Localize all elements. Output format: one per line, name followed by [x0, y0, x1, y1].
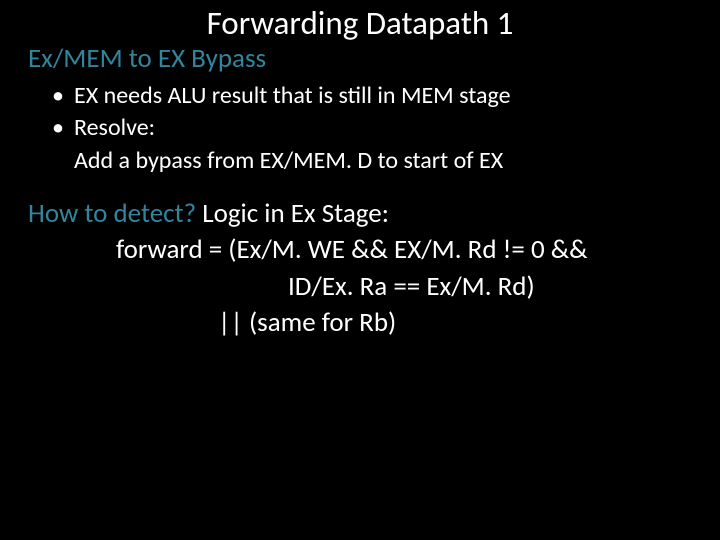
bullet-item: • EX needs ALU result that is still in M… — [52, 80, 511, 112]
bullet-dot-icon: • — [52, 80, 64, 112]
bullet-text: Resolve: — [74, 113, 155, 142]
bullet-subtext: Add a bypass from EX/MEM. D to start of … — [52, 145, 511, 177]
bullet-item: • Resolve: — [52, 112, 511, 144]
detect-question: How to detect? — [28, 197, 202, 230]
slide: Forwarding Datapath 1 Ex/MEM to EX Bypas… — [0, 0, 720, 540]
detect-line3: ID/Ex. Ra == Ex/M. Rd) — [28, 269, 588, 305]
detect-line4: || (same for Rb) — [28, 305, 588, 341]
section-heading-bypass: Ex/MEM to EX Bypass — [28, 42, 266, 75]
detect-line1: How to detect? Logic in Ex Stage: — [28, 196, 588, 232]
bullet-dot-icon: • — [52, 112, 64, 144]
bullet-text: EX needs ALU result that is still in MEM… — [74, 81, 511, 110]
detect-rest: Logic in Ex Stage: — [202, 197, 389, 230]
detect-block: How to detect? Logic in Ex Stage: forwar… — [28, 196, 588, 342]
bullet-list: • EX needs ALU result that is still in M… — [52, 80, 511, 177]
detect-line2: forward = (Ex/M. WE && EX/M. Rd != 0 && — [28, 232, 588, 268]
slide-title: Forwarding Datapath 1 — [0, 3, 720, 43]
